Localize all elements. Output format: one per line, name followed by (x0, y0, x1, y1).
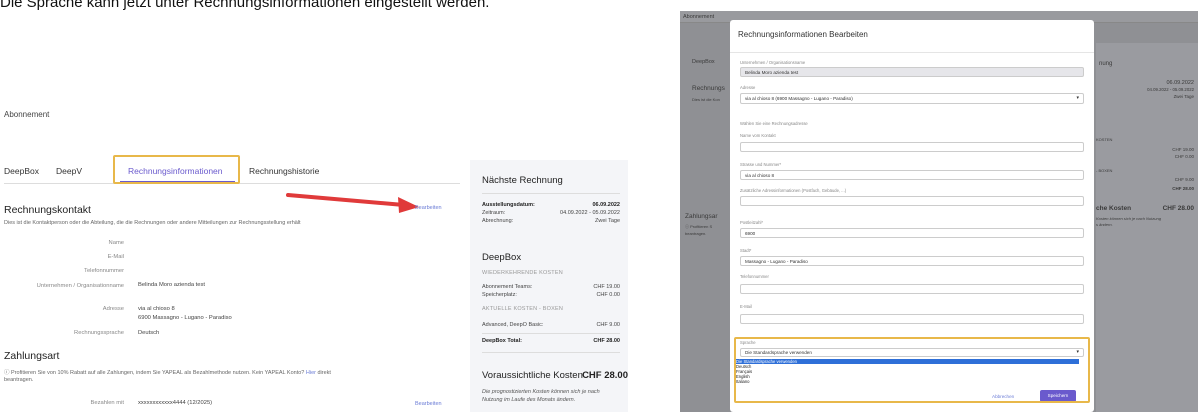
bg-card-text: CHF 19.00 (1172, 147, 1194, 152)
phone-field[interactable] (740, 284, 1084, 294)
pay-edit-link[interactable]: Bearbeiten (415, 401, 442, 407)
bg-card-text: CHF 28.00 (1162, 205, 1194, 212)
field-label-address: Adresse (102, 306, 124, 312)
tab-highlight-box (113, 155, 240, 184)
label-city: Stadt* (740, 248, 752, 253)
label-phone: Telefonnummer (740, 274, 769, 279)
zip-field[interactable]: 6900 (740, 228, 1084, 238)
contact-name-field[interactable] (740, 142, 1084, 152)
field-label-email: E-Mail (107, 254, 124, 260)
bg-card-text: CHF 28.00 (1172, 186, 1194, 191)
estimate-description: Die prognostizierten Kosten können sich … (482, 389, 600, 403)
rechnungskontakt-title: Rechnungskontakt (4, 204, 91, 216)
estimate-value: CHF 28.00 (582, 370, 628, 381)
tab-rechnungshistorie[interactable]: Rechnungshistorie (249, 166, 319, 176)
label-address-hint: Wählen Sie eine Rechnungsadresse (740, 121, 808, 126)
label-email: E-Mail (740, 304, 752, 309)
zahlungsart-title: Zahlungsart (4, 350, 60, 362)
bg-desc: Dies ist die Kon (692, 97, 720, 102)
label-additional: Zusätzliche Adressinformationen (Postfac… (740, 188, 847, 193)
label-company: Unternehmen / Organisationsname (740, 60, 806, 65)
row-issue-date: Ausstellungsdatum: 06.09.2022 (482, 202, 620, 208)
kontakt-description: Dies ist die Kontaktperson oder die Abte… (4, 220, 301, 226)
bg-card-text: KOSTEN (1096, 137, 1113, 142)
row-total: DeepBox Total: CHF 28.00 (482, 338, 620, 344)
current-costs-caption: AKTUELLE KOSTEN - BOXEN (482, 306, 564, 312)
hier-link[interactable]: Hier (306, 370, 316, 376)
label-zip: Postleitzahl* (740, 220, 764, 225)
divider (482, 193, 620, 194)
label-street: Strasse und Nummer* (740, 162, 782, 167)
bg-card-text: Zwei Tage (1173, 94, 1194, 99)
field-label-language: Rechnungssprache (74, 330, 124, 336)
pay-value: xxxxxxxxxxxx4444 (12/2025) (138, 400, 213, 406)
bg-beantragen: beantragen. (685, 231, 707, 236)
field-value-language: Deutsch (138, 330, 160, 336)
kontakt-edit-link[interactable]: Bearbeiten (415, 205, 442, 211)
label-contact-name: Name vom Kontakt (740, 133, 776, 138)
deepbox-title: DeepBox (482, 252, 522, 263)
language-highlight-box (734, 337, 1090, 403)
field-label-phone: Telefonnummer (84, 268, 124, 274)
bg-prof: ⓘ Profitieren S (685, 224, 713, 229)
field-label-name: Name (108, 240, 124, 246)
card-title: Nächste Rechnung (482, 175, 563, 186)
company-field: Belinda Moro azienda test (740, 67, 1084, 77)
right-screenshot: Abonnement DeepBox Rechnungs Dies ist di… (680, 11, 1198, 412)
row-advanced: Advanced, DeepO Basic: CHF 9.00 (482, 322, 620, 328)
tab-deepv[interactable]: DeepV (56, 166, 82, 176)
page-title: Abonnement (4, 110, 50, 119)
bg-card-text: CHF 9.00 (1174, 177, 1194, 182)
city-field[interactable]: Massagno - Lugano - Paradiso (740, 256, 1084, 266)
row-billing: Abrechnung: Zwei Tage (482, 218, 620, 224)
bg-card-text: s ändern. (1096, 222, 1113, 227)
estimate-title: Voraussichtliche Kosten (482, 370, 583, 381)
divider (482, 352, 620, 353)
label-address: Adresse (740, 85, 756, 90)
modal-title: Rechnungsinformationen Bearbeiten (738, 30, 868, 39)
tab-deepbox[interactable]: DeepBox (4, 166, 39, 176)
street-field[interactable]: via al chioso 8 (740, 170, 1084, 180)
bg-card-text: Kosten können sich je nach Nutzung (1096, 216, 1161, 221)
address-select[interactable]: via al chioso 8 (6900 Massagno - Lugano … (740, 93, 1084, 104)
divider (730, 52, 1094, 53)
divider (482, 333, 620, 334)
row-period: Zeitraum: 04.09.2022 - 05.09.2022 (482, 210, 620, 216)
field-value-address2: 6900 Massagno - Lugano - Paradiso (138, 315, 232, 321)
bg-card-title: nung (1099, 61, 1113, 67)
row-storage: Speicherplatz: CHF 0.00 (482, 292, 620, 298)
bg-zahlung: Zahlungsar (685, 213, 718, 220)
additional-field[interactable] (740, 196, 1084, 206)
bg-rechnung: Rechnungs (692, 85, 725, 92)
recurring-costs-caption: WIEDERKEHRENDE KOSTEN (482, 270, 563, 276)
bg-deepbox-tab: DeepBox (692, 59, 715, 65)
bg-card-text: 04.09.2022 - 05.09.2022 (1147, 87, 1194, 92)
bg-card-text: - BOXEN (1096, 168, 1113, 173)
field-value-company: Belinda Moro azienda test (138, 282, 206, 288)
bg-card-text: che Kosten (1096, 205, 1132, 212)
next-invoice-card: Nächste Rechnung Ausstellungsdatum: 06.09… (470, 160, 628, 412)
email-field[interactable] (740, 314, 1084, 324)
background-card: nung 06.09.2022 04.09.2022 - 05.09.2022 … (1096, 43, 1198, 412)
red-arrow-icon (286, 193, 419, 213)
pay-label: Bezahlen mit (90, 400, 124, 406)
zahlung-description: ⓘ Profitieren Sie von 10% Rabatt auf all… (4, 370, 331, 376)
field-label-company: Unternehmen / Organisationname (36, 283, 124, 289)
chevron-down-icon: ▾ (1076, 95, 1079, 101)
zahlung-description-2: beantragen. (4, 377, 34, 383)
bg-card-text: CHF 0.00 (1174, 154, 1194, 159)
bg-title: Abonnement (683, 14, 715, 20)
bg-card-text: 06.09.2022 (1166, 80, 1194, 86)
field-value-address1: via al chioso 8 (138, 306, 175, 312)
row-teams: Abonnement Teams: CHF 19.00 (482, 284, 620, 290)
